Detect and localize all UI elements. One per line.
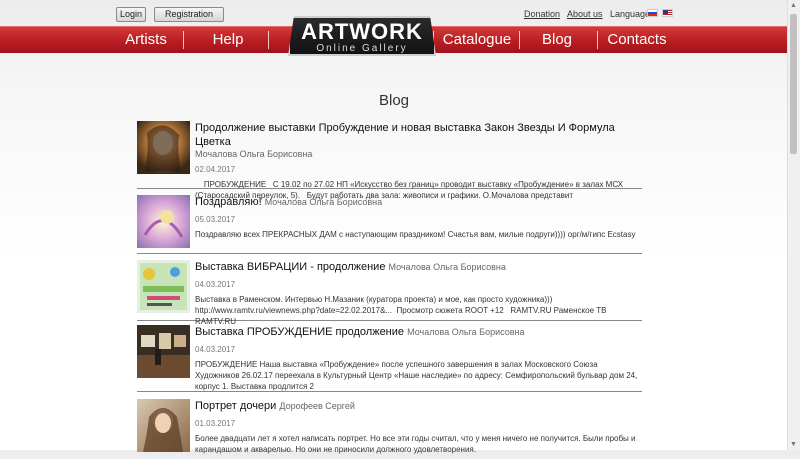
post-body: Выставка ВИБРАЦИИ - продолжение Мочалова… xyxy=(195,260,642,327)
post-body: Портрет дочери Дорофеев Сергей 01.03.201… xyxy=(195,399,642,455)
scroll-down-arrow-icon[interactable]: ▼ xyxy=(790,441,797,448)
nav-separator xyxy=(268,31,269,49)
post-author[interactable]: Мочалова Ольга Борисовна xyxy=(265,197,382,207)
nav-blog[interactable]: Blog xyxy=(536,27,578,53)
about-us-link[interactable]: About us xyxy=(567,9,603,19)
blog-post: Выставка ПРОБУЖДЕНИЕ продолжение Мочалов… xyxy=(137,325,642,392)
russian-flag-icon[interactable] xyxy=(647,9,658,17)
registration-button[interactable]: Registration xyxy=(154,7,224,22)
us-flag-icon[interactable] xyxy=(662,9,673,17)
logo-subtitle: Online Gallery xyxy=(316,43,408,54)
blog-post: Портрет дочери Дорофеев Сергей 01.03.201… xyxy=(137,399,642,459)
post-thumbnail[interactable] xyxy=(137,399,190,452)
nav-contacts[interactable]: Contacts xyxy=(606,27,668,53)
post-title[interactable]: Поздравляю! xyxy=(195,196,262,208)
nav-artists[interactable]: Artists xyxy=(118,27,174,53)
post-date: 01.03.2017 xyxy=(195,419,236,428)
post-thumbnail[interactable] xyxy=(137,325,190,378)
nav-separator xyxy=(597,31,598,49)
post-title[interactable]: Продолжение выставки Пробуждение и новая… xyxy=(195,122,615,148)
post-author[interactable]: Мочалова Ольга Борисовна xyxy=(195,149,642,159)
page-scrollbar[interactable]: ▲ ▼ xyxy=(787,0,800,450)
donation-link[interactable]: Donation xyxy=(524,9,560,19)
page-title: Blog xyxy=(378,92,410,109)
post-thumbnail[interactable] xyxy=(137,121,190,174)
post-author[interactable]: Мочалова Ольга Борисовна xyxy=(407,327,524,337)
language-label: Language xyxy=(610,9,651,19)
post-title[interactable]: Портрет дочери xyxy=(195,400,276,412)
post-thumbnail[interactable] xyxy=(137,260,190,313)
post-thumbnail[interactable] xyxy=(137,195,190,248)
post-title[interactable]: Выставка ПРОБУЖДЕНИЕ продолжение xyxy=(195,326,404,338)
post-title[interactable]: Выставка ВИБРАЦИИ - продолжение xyxy=(195,261,385,273)
post-excerpt: Поздравляю всех ПРЕКРАСНЫХ ДАМ с наступа… xyxy=(195,230,636,239)
login-button[interactable]: Login xyxy=(116,7,146,22)
post-body: Поздравляю! Мочалова Ольга Борисовна 05.… xyxy=(195,195,642,240)
post-date: 05.03.2017 xyxy=(195,215,236,224)
post-date: 04.03.2017 xyxy=(195,280,236,289)
post-date: 04.03.2017 xyxy=(195,345,236,354)
nav-separator xyxy=(519,31,520,49)
scroll-up-arrow-icon[interactable]: ▲ xyxy=(790,2,797,9)
blog-post: Поздравляю! Мочалова Ольга Борисовна 05.… xyxy=(137,195,642,254)
scroll-thumb[interactable] xyxy=(790,14,797,154)
post-body: Выставка ПРОБУЖДЕНИЕ продолжение Мочалов… xyxy=(195,325,642,392)
nav-catalogue[interactable]: Catalogue xyxy=(440,27,514,53)
nav-separator xyxy=(183,31,184,49)
logo-title: ARTWORK xyxy=(301,19,423,44)
blog-post: Продолжение выставки Пробуждение и новая… xyxy=(137,121,642,200)
post-excerpt: Более двадцати лет я хотел написать порт… xyxy=(195,434,638,454)
nav-help[interactable]: Help xyxy=(203,27,253,53)
post-body: Продолжение выставки Пробуждение и новая… xyxy=(195,121,642,201)
post-author[interactable]: Дорофеев Сергей xyxy=(279,401,355,411)
blog-post: Выставка ВИБРАЦИИ - продолжение Мочалова… xyxy=(137,260,642,326)
post-excerpt: Выставка в Раменском. Интервью Н.Мазаник… xyxy=(195,295,607,326)
post-date: 02.04.2017 xyxy=(195,165,236,174)
post-author[interactable]: Мочалова Ольга Борисовна xyxy=(389,262,506,272)
artwork-logo[interactable]: ARTWORK Online Gallery xyxy=(288,16,436,56)
post-excerpt: ПРОБУЖДЕНИЕ Наша выставка «Пробуждение» … xyxy=(195,360,640,391)
